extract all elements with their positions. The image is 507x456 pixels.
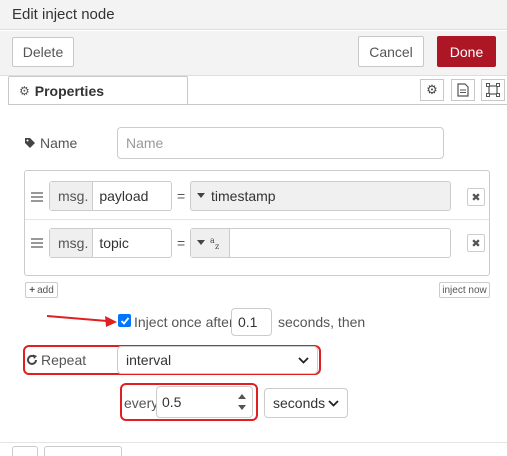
document-icon [457, 83, 469, 97]
repeat-mode-select[interactable]: interval [117, 346, 318, 374]
repeat-label: Repeat [26, 352, 86, 368]
repeat-label-text: Repeat [41, 352, 87, 368]
tag-icon [25, 138, 35, 148]
inject-delay-suffix: seconds, then [278, 314, 366, 330]
remove-row-button[interactable]: ✖ [467, 234, 485, 252]
every-unit-select[interactable]: seconds [264, 388, 348, 418]
gear-icon: ⚙ [19, 84, 30, 98]
equals-sign: = [177, 235, 186, 251]
cancel-button[interactable]: Cancel [358, 36, 424, 67]
property-value-input[interactable]: timestamp [190, 181, 451, 211]
inject-once-checkbox[interactable] [118, 314, 131, 327]
tab-divider [8, 104, 507, 105]
add-label: add [37, 284, 54, 296]
drag-handle-icon[interactable] [31, 238, 43, 248]
footer-control[interactable] [44, 446, 122, 456]
name-label-text: Name [40, 135, 78, 151]
tab-properties[interactable]: ⚙ Properties [8, 76, 188, 105]
dialog-title: Edit inject node [12, 6, 115, 23]
drag-handle-icon[interactable] [31, 192, 43, 202]
appearance-icon [486, 83, 500, 97]
repeat-mode-value: interval [126, 352, 172, 368]
svg-text:z: z [215, 242, 219, 250]
every-unit-value: seconds [273, 395, 326, 411]
inject-now-button[interactable]: inject now [439, 282, 490, 298]
property-key: topic [99, 235, 129, 251]
property-key: payload [99, 188, 149, 204]
checkmark-icon [120, 316, 129, 325]
plus-icon: + [29, 284, 36, 296]
chevron-down-icon [328, 399, 339, 407]
name-label: Name [24, 135, 77, 151]
name-input[interactable]: Name [117, 127, 444, 159]
delete-button[interactable]: Delete [12, 37, 74, 67]
gear-icon: ⚙ [426, 82, 438, 97]
row-separator [25, 219, 489, 220]
done-button[interactable]: Done [437, 36, 496, 67]
close-icon: ✖ [471, 191, 481, 204]
description-tab-button[interactable] [451, 79, 475, 101]
every-interval-input[interactable]: 0.5 [156, 386, 253, 418]
property-value: timestamp [211, 188, 276, 204]
appearance-tab-button[interactable] [481, 79, 505, 101]
msg-prefix: msg. [50, 182, 94, 210]
footer-divider [0, 442, 507, 443]
property-key-input[interactable]: msg. payload [49, 181, 172, 211]
dialog-toolbar [0, 31, 507, 76]
caret-down-icon [191, 182, 205, 210]
add-property-button[interactable]: + add [25, 282, 58, 298]
chevron-down-icon [298, 356, 309, 364]
property-key-input[interactable]: msg. topic [49, 228, 172, 258]
close-icon: ✖ [471, 237, 481, 250]
property-value-input[interactable]: az [190, 228, 451, 258]
repeat-icon [27, 354, 37, 365]
equals-sign: = [177, 188, 186, 204]
inject-delay-input[interactable]: 0.1 [231, 308, 272, 336]
spinner-icon[interactable] [234, 388, 250, 416]
footer-control[interactable] [12, 446, 38, 456]
string-type-icon: az [191, 229, 230, 257]
property-value [230, 229, 236, 257]
msg-prefix: msg. [50, 229, 94, 257]
settings-tab-button[interactable]: ⚙ [420, 79, 444, 101]
every-label: every [124, 395, 159, 411]
annotation-arrow [46, 315, 117, 327]
every-interval-value: 0.5 [162, 394, 182, 410]
inject-once-label: Inject once after [134, 314, 234, 330]
tab-properties-label: Properties [34, 83, 105, 99]
remove-row-button[interactable]: ✖ [467, 188, 485, 206]
